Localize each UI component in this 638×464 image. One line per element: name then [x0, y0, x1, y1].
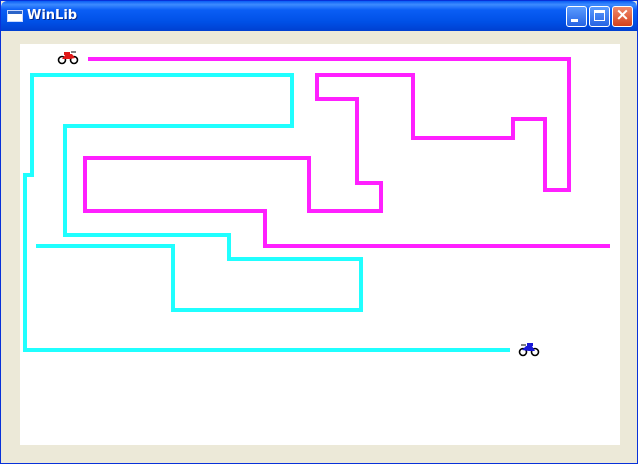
game-board — [23, 51, 610, 357]
blue-motorcycle-icon — [518, 343, 540, 357]
red-player-trail — [83, 57, 610, 248]
red-motorcycle-icon — [57, 51, 79, 65]
